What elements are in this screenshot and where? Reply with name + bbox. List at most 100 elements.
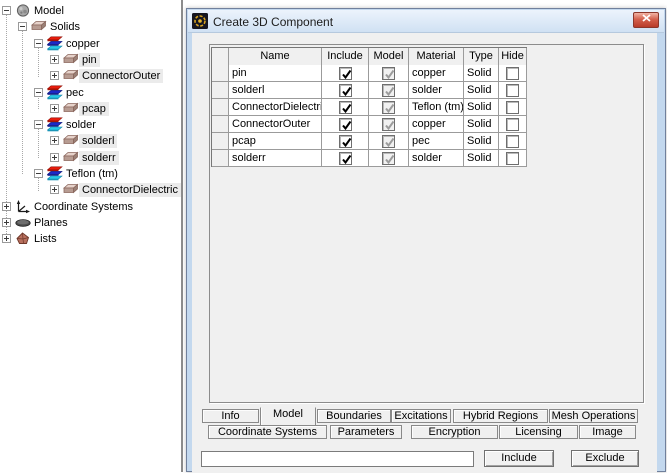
cell-name[interactable]: solderr bbox=[229, 150, 322, 167]
tab-model[interactable]: Model bbox=[260, 407, 316, 426]
tree-item-copper[interactable]: copper bbox=[0, 36, 181, 52]
tab-boundaries[interactable]: Boundaries bbox=[317, 409, 391, 423]
cell-material[interactable]: solder bbox=[409, 150, 464, 167]
tree-item-lists[interactable]: Lists bbox=[0, 231, 181, 247]
tree-item-connectorouter[interactable]: ConnectorOuter bbox=[0, 68, 181, 84]
model-checkbox bbox=[382, 100, 395, 114]
cell-hide bbox=[499, 116, 527, 133]
close-button[interactable] bbox=[633, 12, 659, 28]
column-header-material[interactable]: Material bbox=[409, 48, 464, 66]
tree-item-pec[interactable]: pec bbox=[0, 85, 181, 101]
expand-icon[interactable] bbox=[2, 234, 11, 243]
hide-checkbox[interactable] bbox=[506, 134, 519, 148]
row-selector[interactable] bbox=[212, 133, 229, 150]
expand-icon[interactable] bbox=[50, 153, 59, 162]
cell-material[interactable]: copper bbox=[409, 116, 464, 133]
cell-material[interactable]: copper bbox=[409, 65, 464, 82]
tab-mesh-operations[interactable]: Mesh Operations bbox=[549, 409, 638, 423]
tab-hybrid-regions[interactable]: Hybrid Regions bbox=[453, 409, 548, 423]
column-header-include[interactable]: Include bbox=[322, 48, 369, 66]
cell-type: Solid bbox=[464, 65, 499, 82]
cell-name[interactable]: pcap bbox=[229, 133, 322, 150]
cell-include bbox=[322, 65, 369, 82]
solid-box-icon bbox=[63, 150, 79, 165]
cell-hide bbox=[499, 99, 527, 116]
tree-item-label: copper bbox=[66, 38, 100, 50]
tree-item-solder[interactable]: solder bbox=[0, 117, 181, 133]
tree-item-pin[interactable]: pin bbox=[0, 52, 181, 68]
tree-item-label: Coordinate Systems bbox=[34, 201, 134, 213]
cell-material[interactable]: pec bbox=[409, 133, 464, 150]
hide-checkbox[interactable] bbox=[506, 66, 519, 80]
row-selector[interactable] bbox=[212, 82, 229, 99]
tree-item-solderl[interactable]: solderl bbox=[0, 133, 181, 149]
collapse-icon[interactable] bbox=[2, 6, 11, 15]
collapse-icon[interactable] bbox=[34, 169, 43, 178]
tree-item-coordinate-systems[interactable]: Coordinate Systems bbox=[0, 199, 181, 215]
include-checkbox[interactable] bbox=[338, 66, 352, 80]
dialog-client-area: Name Include Model Material Type Hide pi… bbox=[192, 33, 657, 473]
tab-licensing[interactable]: Licensing bbox=[499, 425, 578, 439]
hide-checkbox[interactable] bbox=[506, 83, 519, 97]
include-button[interactable]: Include bbox=[484, 450, 554, 467]
tree-item-label: Lists bbox=[34, 233, 57, 245]
exclude-button[interactable]: Exclude bbox=[571, 450, 639, 467]
cell-name[interactable]: ConnectorOuter bbox=[229, 116, 322, 133]
expand-icon[interactable] bbox=[2, 202, 11, 211]
model-checkbox bbox=[382, 134, 395, 148]
tree-item-solderr[interactable]: solderr bbox=[0, 150, 181, 166]
expand-icon[interactable] bbox=[50, 185, 59, 194]
expand-icon[interactable] bbox=[2, 218, 11, 227]
object-filter-input[interactable] bbox=[201, 451, 474, 467]
cell-name[interactable]: pin bbox=[229, 65, 322, 82]
tab-image[interactable]: Image bbox=[579, 425, 636, 439]
include-checkbox[interactable] bbox=[338, 117, 352, 131]
hide-checkbox[interactable] bbox=[506, 100, 519, 114]
include-checkbox[interactable] bbox=[338, 134, 352, 148]
tree-item-label: Model bbox=[34, 5, 64, 17]
expand-icon[interactable] bbox=[50, 104, 59, 113]
tree-item-pcap[interactable]: pcap bbox=[0, 101, 181, 117]
cell-model bbox=[369, 150, 409, 167]
expand-icon[interactable] bbox=[50, 55, 59, 64]
include-checkbox[interactable] bbox=[338, 100, 352, 114]
row-selector[interactable] bbox=[212, 116, 229, 133]
column-header-hide[interactable]: Hide bbox=[499, 48, 527, 66]
dialog-titlebar[interactable]: Create 3D Component bbox=[188, 10, 664, 33]
cell-material[interactable]: solder bbox=[409, 82, 464, 99]
row-selector[interactable] bbox=[212, 65, 229, 82]
tab-excitations[interactable]: Excitations bbox=[391, 409, 451, 423]
hide-checkbox[interactable] bbox=[506, 117, 519, 131]
tree-item-connectordielectric[interactable]: ConnectorDielectric bbox=[0, 182, 181, 198]
tree-item-planes[interactable]: Planes bbox=[0, 215, 181, 231]
tree-item-solids[interactable]: Solids bbox=[0, 19, 181, 35]
collapse-icon[interactable] bbox=[34, 39, 43, 48]
cell-material[interactable]: Teflon (tm) bbox=[409, 99, 464, 116]
tree-item-teflon[interactable]: Teflon (tm) bbox=[0, 166, 181, 182]
cell-name[interactable]: ConnectorDielectric bbox=[229, 99, 322, 116]
column-header-model[interactable]: Model bbox=[369, 48, 409, 66]
collapse-icon[interactable] bbox=[18, 22, 27, 31]
row-selector[interactable] bbox=[212, 99, 229, 116]
column-header-name[interactable]: Name bbox=[229, 48, 322, 66]
hide-checkbox[interactable] bbox=[506, 151, 519, 165]
tree-item-label: ConnectorOuter bbox=[79, 69, 164, 83]
solid-box-icon bbox=[63, 133, 79, 148]
expand-icon[interactable] bbox=[50, 136, 59, 145]
include-checkbox[interactable] bbox=[338, 83, 352, 97]
collapse-icon[interactable] bbox=[34, 88, 43, 97]
tab-coordinate-systems[interactable]: Coordinate Systems bbox=[208, 425, 327, 439]
row-selector[interactable] bbox=[212, 150, 229, 167]
include-checkbox[interactable] bbox=[338, 151, 352, 165]
cell-hide bbox=[499, 65, 527, 82]
tree-item-label: ConnectorDielectric bbox=[79, 183, 181, 197]
collapse-icon[interactable] bbox=[34, 120, 43, 129]
expand-icon[interactable] bbox=[50, 71, 59, 80]
tab-info[interactable]: Info bbox=[202, 409, 259, 423]
cell-name[interactable]: solderl bbox=[229, 82, 322, 99]
column-header-type[interactable]: Type bbox=[464, 48, 499, 66]
cell-model bbox=[369, 116, 409, 133]
tab-encryption[interactable]: Encryption bbox=[411, 425, 498, 439]
tree-item-model[interactable]: Model bbox=[0, 3, 181, 19]
tab-parameters[interactable]: Parameters bbox=[330, 425, 402, 439]
